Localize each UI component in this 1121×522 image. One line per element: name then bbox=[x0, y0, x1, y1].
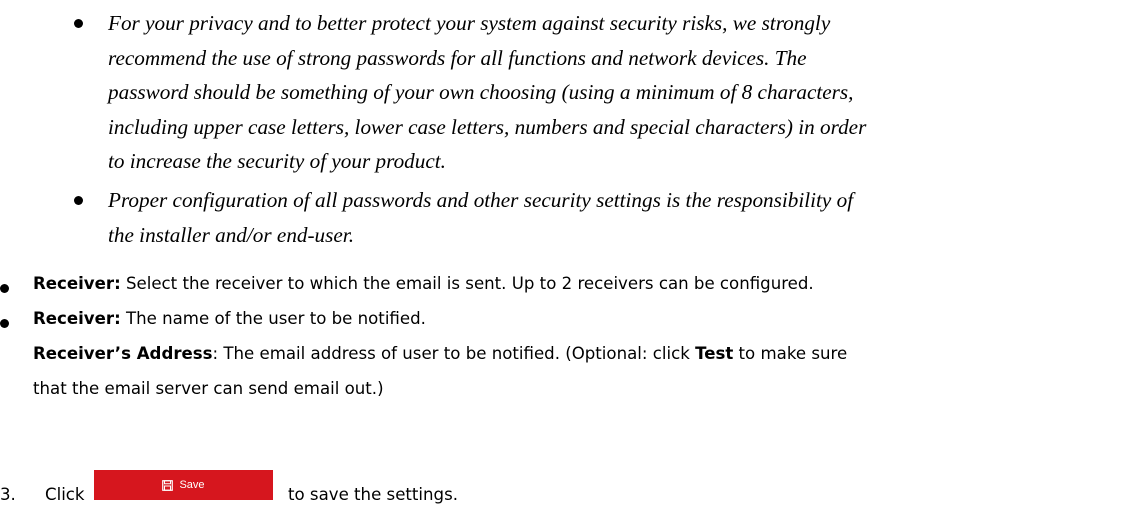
receiver-description: The name of the user to be notified. bbox=[120, 309, 426, 328]
security-note-privacy: For your privacy and to better protect y… bbox=[108, 6, 1108, 179]
address-text: : The email address of user to be notifi… bbox=[212, 344, 696, 363]
bullet-icon bbox=[0, 284, 9, 293]
save-icon bbox=[162, 479, 174, 491]
address-tail: to make sure bbox=[733, 344, 848, 363]
bullet-icon bbox=[0, 319, 9, 328]
receiver-address-paragraph: Receiver’s Address: The email address of… bbox=[33, 336, 1118, 406]
step-text-after: to save the settings. bbox=[288, 485, 459, 504]
receiver-select-item: Receiver: Select the receiver to which t… bbox=[33, 266, 1118, 301]
save-button[interactable]: Save bbox=[94, 470, 273, 500]
step-number: 3. bbox=[0, 485, 16, 504]
address-line-2: that the email server can send email out… bbox=[33, 379, 384, 398]
note-line: to increase the security of your product… bbox=[108, 149, 446, 173]
security-note-configuration: Proper configuration of all passwords an… bbox=[108, 183, 1108, 252]
note-line: Proper configuration of all passwords an… bbox=[108, 188, 854, 212]
note-line: including upper case letters, lower case… bbox=[108, 114, 867, 139]
step-3: 3. Click Save to save the settings. bbox=[0, 470, 1121, 510]
receiver-term: Receiver: bbox=[33, 274, 121, 293]
document-page: For your privacy and to better protect y… bbox=[0, 0, 1121, 522]
address-term: Receiver’s Address bbox=[33, 344, 213, 363]
save-button-label: Save bbox=[179, 479, 205, 491]
receiver-term: Receiver: bbox=[33, 309, 121, 328]
note-line: recommend the use of strong passwords fo… bbox=[108, 45, 807, 70]
test-label: Test bbox=[695, 344, 734, 363]
receiver-name-item: Receiver: The name of the user to be not… bbox=[33, 301, 1118, 336]
step-text-before: Click bbox=[45, 485, 85, 504]
receiver-description: Select the receiver to which the email i… bbox=[120, 274, 814, 293]
bullet-icon bbox=[74, 196, 83, 205]
note-line: password should be something of your own… bbox=[108, 80, 854, 104]
bullet-icon bbox=[74, 19, 83, 28]
address-line-1: Receiver’s Address: The email address of… bbox=[33, 336, 1118, 371]
note-line: the installer and/or end-user. bbox=[108, 222, 354, 247]
note-line: For your privacy and to better protect y… bbox=[108, 11, 831, 35]
